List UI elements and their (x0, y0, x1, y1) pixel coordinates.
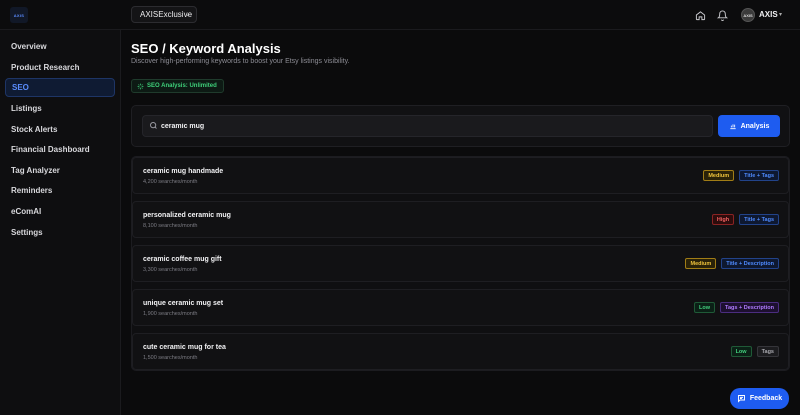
sidebar-item-label: eComAI (11, 207, 42, 216)
sidebar-item-label: Stock Alerts (11, 125, 58, 134)
keyword-searches: 3,300 searches/month (143, 267, 198, 273)
keyword-searches: 1,500 searches/month (143, 355, 198, 361)
competition-badge: High (711, 214, 735, 225)
chart-icon (729, 124, 736, 130)
competition-badge: Low (730, 346, 752, 357)
sidebar-item-overview[interactable]: Overview (5, 37, 115, 56)
placement-badge: Tags + Description (720, 302, 779, 313)
competition-badge: Medium (703, 170, 735, 181)
avatar-text: AXIS (743, 12, 753, 18)
sidebar-item-settings[interactable]: Settings (5, 223, 115, 242)
competition-badge: Low (694, 302, 716, 313)
keyword-row[interactable]: ceramic mug handmade 4,200 searches/mont… (132, 157, 789, 194)
sidebar-item-label: Reminders (11, 186, 53, 195)
home-icon[interactable] (693, 8, 707, 22)
sidebar-item-product-research[interactable]: Product Research (5, 58, 115, 77)
keyword-text: ceramic mug handmade (143, 168, 224, 175)
keyword-row[interactable]: unique ceramic mug set 1,900 searches/mo… (132, 289, 789, 326)
sidebar-item-tag-analyzer[interactable]: Tag Analyzer (5, 161, 115, 180)
top-bar: AXIS AXISExclusive ⌄ AXIS AXIS ▾ (0, 0, 800, 30)
logo-text: AXIS (13, 12, 25, 18)
keyword-text: cute ceramic mug for tea (143, 344, 226, 351)
app-logo[interactable]: AXIS (10, 7, 28, 23)
keyword-text: unique ceramic mug set (143, 300, 224, 307)
sidebar-item-label: Product Research (11, 63, 80, 72)
sparkle-icon (137, 83, 144, 89)
feedback-button[interactable]: Feedback (730, 388, 789, 409)
sidebar-item-label: Tag Analyzer (11, 166, 60, 175)
sidebar-item-reminders[interactable]: Reminders (5, 181, 115, 200)
seo-analysis-badge: SEO Analysis: Unlimited (131, 79, 224, 93)
search-card: Analysis (131, 105, 790, 147)
page-subtitle: Discover high-performing keywords to boo… (131, 58, 350, 65)
sidebar-item-ecomai[interactable]: eComAI (5, 202, 115, 221)
search-icon (150, 122, 157, 129)
sidebar-item-label: Listings (11, 104, 42, 113)
sidebar: Overview Product Research SEO Listings S… (0, 30, 121, 415)
keyword-list: ceramic mug handmade 4,200 searches/mont… (131, 156, 790, 371)
avatar[interactable]: AXIS (741, 8, 755, 22)
page-title: SEO / Keyword Analysis (131, 41, 281, 56)
keyword-text: ceramic coffee mug gift (143, 256, 222, 263)
keyword-row[interactable]: personalized ceramic mug 8,100 searches/… (132, 201, 789, 238)
keyword-row[interactable]: ceramic coffee mug gift 3,300 searches/m… (132, 245, 789, 282)
chevron-down-icon[interactable]: ▾ (779, 11, 782, 18)
keyword-text: personalized ceramic mug (143, 212, 231, 219)
username[interactable]: AXIS (759, 10, 778, 19)
keyword-searches: 1,900 searches/month (143, 311, 198, 317)
search-input[interactable] (161, 118, 701, 134)
placement-badge: Title + Description (721, 258, 779, 269)
competition-badge: Medium (685, 258, 717, 269)
chevron-down-icon: ⌄ (185, 11, 191, 18)
badge-label: SEO Analysis: Unlimited (147, 83, 217, 89)
sidebar-item-label: Settings (11, 228, 43, 237)
sidebar-item-label: SEO (12, 83, 29, 92)
sidebar-item-financial-dashboard[interactable]: Financial Dashboard (5, 140, 115, 159)
feedback-label: Feedback (749, 395, 783, 402)
placement-badge: Title + Tags (739, 214, 779, 225)
keyword-searches: 4,200 searches/month (143, 179, 198, 185)
placement-badge: Title + Tags (739, 170, 779, 181)
sidebar-item-listings[interactable]: Listings (5, 99, 115, 118)
placement-badge: Tags (756, 346, 779, 357)
bell-icon[interactable] (715, 8, 729, 22)
sidebar-item-label: Financial Dashboard (11, 145, 90, 154)
sidebar-item-label: Overview (11, 42, 47, 51)
search-box[interactable] (142, 115, 713, 137)
analysis-button-label: Analysis (740, 122, 770, 130)
workspace-select[interactable]: AXISExclusive ⌄ (131, 6, 197, 23)
sidebar-item-stock-alerts[interactable]: Stock Alerts (5, 120, 115, 139)
sidebar-item-seo[interactable]: SEO (5, 78, 115, 97)
keyword-searches: 8,100 searches/month (143, 223, 198, 229)
chat-icon (737, 395, 745, 403)
analysis-button[interactable]: Analysis (718, 115, 780, 137)
keyword-row[interactable]: cute ceramic mug for tea 1,500 searches/… (132, 333, 789, 370)
